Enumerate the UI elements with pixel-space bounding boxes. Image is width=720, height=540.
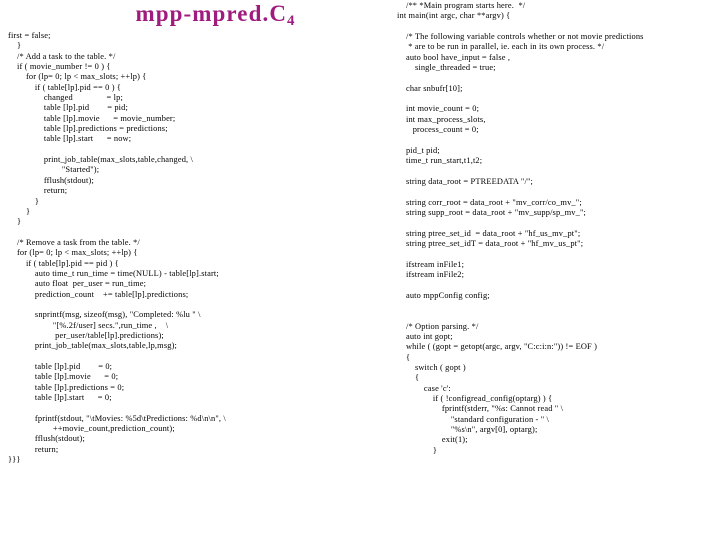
code-line: auto float per_user = run_time; xyxy=(8,279,147,289)
code-line: table [lp].movie = movie_number; xyxy=(8,113,176,123)
code-line: int movie_count = 0; xyxy=(397,104,480,114)
code-line: switch ( gopt ) xyxy=(397,363,466,373)
code-line: /* The following variable controls wheth… xyxy=(397,32,644,42)
code-line: } xyxy=(8,206,31,216)
code-line: case 'c': xyxy=(397,383,451,393)
code-line: { xyxy=(397,373,420,383)
code-line: int max_process_slots, xyxy=(397,114,486,124)
code-line: print_job_table(max_slots,table,lp,msg); xyxy=(8,341,177,351)
code-line: int main(int argc, char **argv) { xyxy=(397,11,511,21)
code-line: auto mppConfig config; xyxy=(397,290,490,300)
code-line: return; xyxy=(8,444,59,454)
code-line: fflush(stdout); xyxy=(8,434,85,444)
code-line: ifstream inFile2; xyxy=(397,269,465,279)
code-line: single_threaded = true; xyxy=(397,63,496,73)
code-line: ifstream inFile1; xyxy=(397,259,465,269)
code-line: table [lp].predictions = predictions; xyxy=(8,124,168,134)
code-line: ++movie_count,prediction_count); xyxy=(8,424,175,434)
title-block: mpp-mpred.C4 xyxy=(0,1,430,34)
code-line: if ( !configread_config(optarg) ) { xyxy=(397,394,553,404)
code-line: time_t run_start,t1,t2; xyxy=(397,156,483,166)
page-title-subscript: 4 xyxy=(287,13,295,29)
code-line: print_job_table(max_slots,table,changed,… xyxy=(8,155,194,165)
code-line: string supp_root = data_root + "mv_supp/… xyxy=(397,207,587,217)
code-line: auto bool have_input = false , xyxy=(397,52,511,62)
code-line: fprintf(stderr, "%s: Cannot read " \ xyxy=(397,404,564,414)
code-line: fflush(stdout); xyxy=(8,175,94,185)
code-line: table [lp].predictions = 0; xyxy=(8,382,125,392)
code-line: fprintf(stdout, "\tMovies: %5d\tPredicti… xyxy=(8,413,226,423)
code-line: return; xyxy=(8,186,68,196)
code-column-left: first = false; } /* Add a task to the ta… xyxy=(8,31,388,465)
code-line: "Started"); xyxy=(8,165,100,175)
code-line: }}} xyxy=(8,455,21,465)
code-line: table [lp].movie = 0; xyxy=(8,372,119,382)
code-line: for (lp= 0; lp < max_slots; ++lp) { xyxy=(8,72,147,82)
code-line: changed = lp; xyxy=(8,93,123,103)
code-line: /* Add a task to the table. */ xyxy=(8,51,116,61)
code-line: string ptree_set_idT = data_root + "hf_m… xyxy=(397,238,584,248)
code-line: table [lp].start = 0; xyxy=(8,393,112,403)
code-line: per_user/table[lp].predictions); xyxy=(8,330,164,340)
code-line: "standard configuration - " \ xyxy=(397,414,550,424)
code-line: if ( table[lp].pid == pid ) { xyxy=(8,258,119,268)
code-line: for (lp= 0; lp < max_slots; ++lp) { xyxy=(8,248,138,258)
code-line: } xyxy=(8,217,22,227)
code-line: exit(1); xyxy=(397,435,468,445)
code-line: /* Option parsing. */ xyxy=(397,321,479,331)
code-line: auto int gopt; xyxy=(397,332,453,341)
code-line: /* Remove a task from the table. */ xyxy=(8,237,140,247)
code-line: char snbufr[10]; xyxy=(397,83,463,93)
code-line: pid_t pid; xyxy=(397,145,440,155)
code-line: snprintf(msg, sizeof(msg), "Completed: %… xyxy=(8,310,201,320)
code-line: "%s\n", argv[0], optarg); xyxy=(397,425,538,435)
code-line: } xyxy=(397,445,438,455)
code-line: while ( (gopt = getopt(argc, argv, "C:c:… xyxy=(397,342,598,352)
page-title-text: mpp-mpred.C xyxy=(135,1,288,26)
code-column-right: /** *Main program starts here. */int mai… xyxy=(397,1,717,456)
code-line: /** *Main program starts here. */ xyxy=(397,1,526,10)
code-line: { xyxy=(397,352,411,362)
code-line: string corr_root = data_root + "mv_corr/… xyxy=(397,197,582,207)
code-line: table [lp].start = now; xyxy=(8,134,132,144)
slide-canvas: mpp-mpred.C4 first = false; } /* Add a t… xyxy=(0,0,720,540)
code-line: string ptree_set_id = data_root + "hf_us… xyxy=(397,228,581,238)
code-line: * are to be run in parallel, ie. each in… xyxy=(397,42,605,52)
code-line: if ( movie_number != 0 ) { xyxy=(8,62,111,72)
code-line: process_count = 0; xyxy=(397,125,479,135)
code-line: table [lp].pid = pid; xyxy=(8,103,128,113)
code-line: prediction_count += table[lp].prediction… xyxy=(8,289,189,299)
code-line: if ( table[lp].pid == 0 ) { xyxy=(8,82,122,92)
code-line: } xyxy=(8,196,40,206)
page-title: mpp-mpred.C4 xyxy=(135,1,294,34)
code-line: string data_root = PTREEDATA "/"; xyxy=(397,176,534,186)
code-line: table [lp].pid = 0; xyxy=(8,362,113,371)
code-line: "[%.2f/user] secs.",run_time , \ xyxy=(8,320,169,330)
code-line: auto time_t run_time = time(NULL) - tabl… xyxy=(8,268,219,278)
code-line: } xyxy=(8,41,22,51)
code-line: first = false; xyxy=(8,31,51,40)
